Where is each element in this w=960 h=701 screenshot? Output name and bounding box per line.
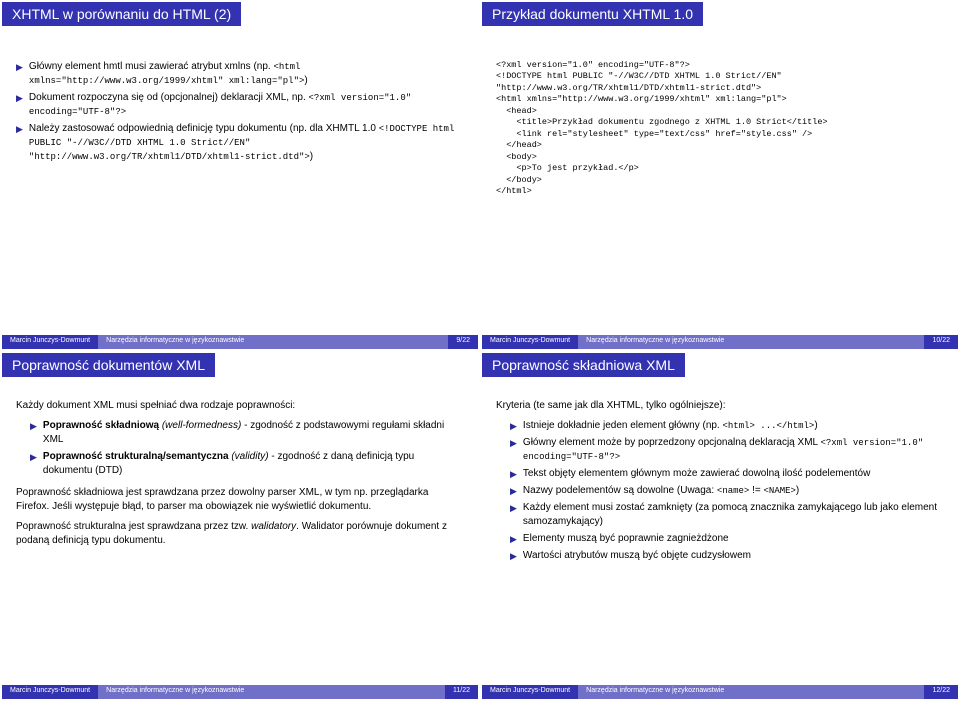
slide-title: Przykład dokumentu XHTML 1.0: [482, 2, 703, 26]
footer-author: Marcin Junczys-Dowmunt: [482, 685, 578, 699]
bullet-item: ▶Główny element może by poprzedzony opcj…: [510, 436, 944, 464]
bullet-item: ▶ Główny element hmtl musi zawierać atry…: [16, 60, 464, 88]
slide-title: XHTML w porównaniu do HTML (2): [2, 2, 241, 26]
bullet-item: ▶ Poprawność składniową (well-formedness…: [30, 419, 464, 447]
bullet-item: ▶Istnieje dokładnie jeden element główny…: [510, 419, 944, 433]
code-block: <?xml version="1.0" encoding="UTF-8"?> <…: [496, 60, 944, 198]
slide-title: Poprawność składniowa XML: [482, 353, 685, 377]
triangle-icon: ▶: [510, 532, 517, 546]
bullet-item: ▶Wartości atrybutów muszą być objęte cud…: [510, 549, 944, 563]
paragraph: Poprawność składniowa jest sprawdzana pr…: [16, 486, 464, 514]
triangle-icon: ▶: [30, 419, 37, 447]
triangle-icon: ▶: [510, 501, 517, 529]
slide-2: Przykład dokumentu XHTML 1.0 <?xml versi…: [482, 2, 958, 349]
slide-content: Każdy dokument XML musi spełniać dwa rod…: [2, 381, 478, 686]
slide-footer: Marcin Junczys-Dowmunt Narzędzia informa…: [2, 335, 478, 349]
footer-author: Marcin Junczys-Dowmunt: [482, 335, 578, 349]
footer-page: 11/22: [445, 685, 478, 699]
slide-content: Kryteria (te same jak dla XHTML, tylko o…: [482, 381, 958, 686]
slide-content: ▶ Główny element hmtl musi zawierać atry…: [2, 30, 478, 335]
triangle-icon: ▶: [510, 549, 517, 563]
footer-title: Narzędzia informatyczne w językoznawstwi…: [98, 685, 445, 699]
bullet-item: ▶Tekst objęty elementem głównym może zaw…: [510, 467, 944, 481]
slide-footer: Marcin Junczys-Dowmunt Narzędzia informa…: [2, 685, 478, 699]
triangle-icon: ▶: [16, 60, 23, 88]
footer-title: Narzędzia informatyczne w językoznawstwi…: [98, 335, 448, 349]
slide-4: Poprawność składniowa XML Kryteria (te s…: [482, 353, 958, 700]
triangle-icon: ▶: [510, 467, 517, 481]
bullet-item: ▶ Należy zastosować odpowiednią definicj…: [16, 122, 464, 164]
footer-page: 10/22: [924, 335, 958, 349]
slide-1: XHTML w porównaniu do HTML (2) ▶ Główny …: [2, 2, 478, 349]
footer-author: Marcin Junczys-Dowmunt: [2, 685, 98, 699]
slide-content: <?xml version="1.0" encoding="UTF-8"?> <…: [482, 30, 958, 335]
intro-text: Każdy dokument XML musi spełniać dwa rod…: [16, 399, 464, 413]
triangle-icon: ▶: [16, 91, 23, 119]
footer-title: Narzędzia informatyczne w językoznawstwi…: [578, 335, 924, 349]
bullet-item: ▶Nazwy podelementów są dowolne (Uwaga: <…: [510, 484, 944, 498]
slide-title: Poprawność dokumentów XML: [2, 353, 215, 377]
footer-title: Narzędzia informatyczne w językoznawstwi…: [578, 685, 924, 699]
slide-footer: Marcin Junczys-Dowmunt Narzędzia informa…: [482, 685, 958, 699]
intro-text: Kryteria (te same jak dla XHTML, tylko o…: [496, 399, 944, 413]
slide-3: Poprawność dokumentów XML Każdy dokument…: [2, 353, 478, 700]
triangle-icon: ▶: [510, 419, 517, 433]
bullet-item: ▶Elementy muszą być poprawnie zagnieżdżo…: [510, 532, 944, 546]
bullet-item: ▶ Poprawność strukturalną/semantyczna (v…: [30, 450, 464, 478]
footer-page: 12/22: [924, 685, 958, 699]
slide-footer: Marcin Junczys-Dowmunt Narzędzia informa…: [482, 335, 958, 349]
triangle-icon: ▶: [510, 436, 517, 464]
triangle-icon: ▶: [16, 122, 23, 164]
triangle-icon: ▶: [510, 484, 517, 498]
footer-author: Marcin Junczys-Dowmunt: [2, 335, 98, 349]
bullet-item: ▶Każdy element musi zostać zamknięty (za…: [510, 501, 944, 529]
footer-page: 9/22: [448, 335, 478, 349]
bullet-item: ▶ Dokument rozpoczyna się od (opcjonalne…: [16, 91, 464, 119]
paragraph: Poprawność strukturalna jest sprawdzana …: [16, 520, 464, 548]
triangle-icon: ▶: [30, 450, 37, 478]
